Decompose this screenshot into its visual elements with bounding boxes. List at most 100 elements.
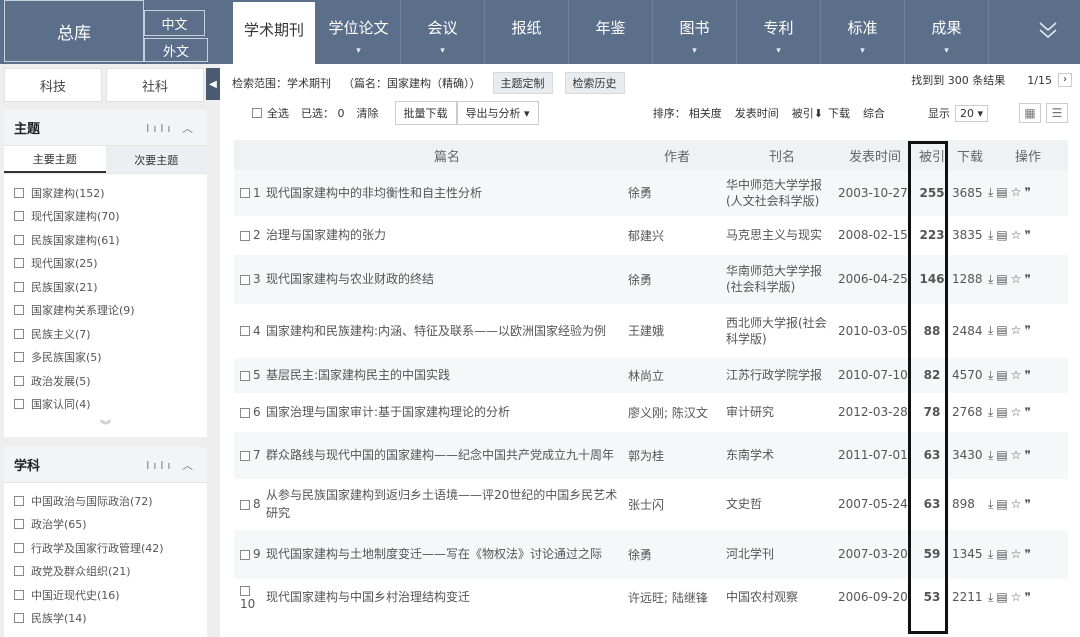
cite-quote-icon[interactable]: ❞ [1024, 497, 1033, 511]
facet-item[interactable]: 现代国家(25) [4, 252, 207, 276]
journal-link[interactable]: 文史哲 [726, 479, 838, 529]
table-row[interactable]: 8 从参与民族国家建构到返归乡土语境——评20世纪的中国乡民艺术研究 张士闪 文史哲 2… [234, 479, 1068, 529]
facet-item[interactable]: 中国近现代史(16) [4, 583, 207, 607]
cited-count[interactable]: 146 [912, 254, 952, 304]
col-cited[interactable]: 被引 [912, 140, 952, 170]
row-checkbox[interactable] [240, 326, 250, 336]
science-switch-button[interactable]: 科技 [4, 68, 102, 102]
tab-dissertations[interactable]: 学位论文 ▾ [317, 0, 401, 64]
facet-item[interactable]: 现代国家建构(70) [4, 205, 207, 229]
cited-count[interactable]: 59 [912, 529, 952, 579]
cited-count[interactable]: 53 [912, 579, 952, 615]
checkbox[interactable] [14, 328, 24, 339]
author-link[interactable]: 徐勇 [628, 529, 726, 579]
facet-item[interactable]: 政党及群众组织(21) [4, 560, 207, 584]
journal-link[interactable]: 华中师范大学学报(人文社会科学版) [726, 170, 838, 216]
checkbox[interactable] [14, 495, 24, 506]
read-icon[interactable]: ▤ [996, 228, 1010, 242]
table-row[interactable]: 6 国家治理与国家审计:基于国家建构理论的分析 廖义刚; 陈汉文 审计研究 2012-0… [234, 393, 1068, 431]
facet-item[interactable]: 国家认同(4) [4, 393, 207, 417]
cite-quote-icon[interactable]: ❞ [1024, 228, 1033, 242]
sort-date[interactable]: 发表时间 [735, 105, 779, 121]
social-science-switch-button[interactable]: 社科 [106, 68, 204, 102]
read-icon[interactable]: ▤ [996, 448, 1010, 462]
favorite-star-icon[interactable]: ☆ [1011, 547, 1025, 561]
row-checkbox[interactable] [240, 585, 250, 596]
row-checkbox[interactable] [240, 230, 250, 241]
search-history-button[interactable]: 检索历史 [564, 72, 625, 94]
facet-item[interactable]: 中国政治与国际政治(72) [4, 489, 207, 513]
tab-secondary-topic[interactable]: 次要主题 [105, 146, 207, 173]
facet-item[interactable]: 国家建构关系理论(9) [4, 299, 207, 323]
favorite-star-icon[interactable]: ☆ [1011, 228, 1025, 242]
row-checkbox[interactable] [240, 549, 250, 560]
tab-newspapers[interactable]: 报纸 [485, 0, 569, 64]
row-checkbox[interactable] [240, 188, 250, 199]
journal-link[interactable]: 马克思主义与现实 [726, 216, 838, 254]
author-link[interactable]: 郁建兴 [628, 216, 726, 254]
article-title-link[interactable]: 国家治理与国家审计:基于国家建构理论的分析 [266, 393, 628, 431]
table-row[interactable]: 9 现代国家建构与土地制度变迁——写在《物权法》讨论通过之际 徐勇 河北学刊 2007-… [234, 529, 1068, 579]
facet-item[interactable]: 民族学(14) [4, 607, 207, 631]
table-row[interactable]: 10 现代国家建构与中国乡村治理结构变迁 许远旺; 陆继锋 中国农村观察 2006-09… [234, 579, 1068, 615]
read-icon[interactable]: ▤ [996, 323, 1010, 337]
favorite-star-icon[interactable]: ☆ [1011, 590, 1025, 604]
cited-count[interactable]: 78 [912, 393, 952, 431]
table-row[interactable]: 4 国家建构和民族建构:内涵、特征及联系——以欧洲国家经验为例 王建娥 西北师大学报(… [234, 304, 1068, 357]
checkbox[interactable] [14, 589, 24, 600]
author-link[interactable]: 廖义刚; 陈汉文 [628, 393, 726, 431]
page-size-select[interactable]: 20 ▾ [954, 104, 988, 122]
favorite-star-icon[interactable]: ☆ [1011, 448, 1025, 462]
author-link[interactable]: 张士闪 [628, 479, 726, 529]
read-icon[interactable]: ▤ [996, 185, 1010, 199]
clear-link[interactable]: 清除 [357, 105, 379, 121]
checkbox[interactable] [14, 281, 24, 292]
export-analysis-button[interactable]: 导出与分析 ▾ [456, 101, 539, 125]
tab-patents[interactable]: 专利 ▾ [737, 0, 821, 64]
favorite-star-icon[interactable]: ☆ [1011, 272, 1025, 286]
checkbox[interactable] [14, 234, 24, 245]
cited-count[interactable]: 63 [912, 431, 952, 479]
table-row[interactable]: 5 基层民主:国家建构民主的中国实践 林尚立 江苏行政学院学报 2010-07-10 82… [234, 357, 1068, 393]
cite-quote-icon[interactable]: ❞ [1024, 590, 1033, 604]
list-view-icon[interactable]: ☰ [1046, 103, 1068, 123]
cite-quote-icon[interactable]: ❞ [1024, 405, 1033, 419]
favorite-star-icon[interactable]: ☆ [1011, 497, 1025, 511]
article-title-link[interactable]: 现代国家建构与中国乡村治理结构变迁 [266, 579, 628, 615]
zongku-button[interactable]: 总库 [4, 0, 144, 62]
tab-yearbooks[interactable]: 年鉴 [569, 0, 653, 64]
row-checkbox[interactable] [240, 274, 250, 285]
facet-item[interactable]: 民族主义(7) [4, 322, 207, 346]
article-title-link[interactable]: 群众路线与现代中国的国家建构——纪念中国共产党成立九十周年 [266, 431, 628, 479]
journal-link[interactable]: 中国农村观察 [726, 579, 838, 615]
article-title-link[interactable]: 基层民主:国家建构民主的中国实践 [266, 357, 628, 393]
favorite-star-icon[interactable]: ☆ [1011, 185, 1025, 199]
checkbox[interactable] [14, 352, 24, 363]
tab-books[interactable]: 图书 ▾ [653, 0, 737, 64]
journal-link[interactable]: 江苏行政学院学报 [726, 357, 838, 393]
row-checkbox[interactable] [240, 450, 250, 461]
tab-standards[interactable]: 标准 ▾ [821, 0, 905, 64]
collapse-sidebar-icon[interactable]: ◀ [206, 68, 220, 100]
batch-download-button[interactable]: 批量下载 [394, 101, 457, 125]
read-icon[interactable]: ▤ [996, 272, 1010, 286]
facet-item[interactable]: 行政学及国家行政管理(42) [4, 536, 207, 560]
chart-and-collapse-icons[interactable]: lılı ︿ [146, 457, 197, 473]
author-link[interactable]: 郭为桂 [628, 431, 726, 479]
double-chevron-down-icon[interactable] [1030, 18, 1066, 48]
tab-main-topic[interactable]: 主要主题 [4, 146, 106, 173]
journal-link[interactable]: 东南学术 [726, 431, 838, 479]
col-title[interactable]: 篇名 [266, 140, 628, 170]
checkbox[interactable] [14, 566, 24, 577]
table-row[interactable]: 7 群众路线与现代中国的国家建构——纪念中国共产党成立九十周年 郭为桂 东南学术 201… [234, 431, 1068, 479]
journal-link[interactable]: 西北师大学报(社会科学版) [726, 304, 838, 357]
author-link[interactable]: 林尚立 [628, 357, 726, 393]
favorite-star-icon[interactable]: ☆ [1011, 405, 1025, 419]
sort-cited[interactable]: 被引⬇ [792, 105, 823, 121]
tab-journals[interactable]: 学术期刊 [233, 2, 315, 64]
col-downloads[interactable]: 下载 [952, 140, 988, 170]
journal-link[interactable]: 审计研究 [726, 393, 838, 431]
facet-item[interactable]: 政治发展(5) [4, 369, 207, 393]
cited-count[interactable]: 63 [912, 479, 952, 529]
cite-quote-icon[interactable]: ❞ [1024, 368, 1033, 382]
